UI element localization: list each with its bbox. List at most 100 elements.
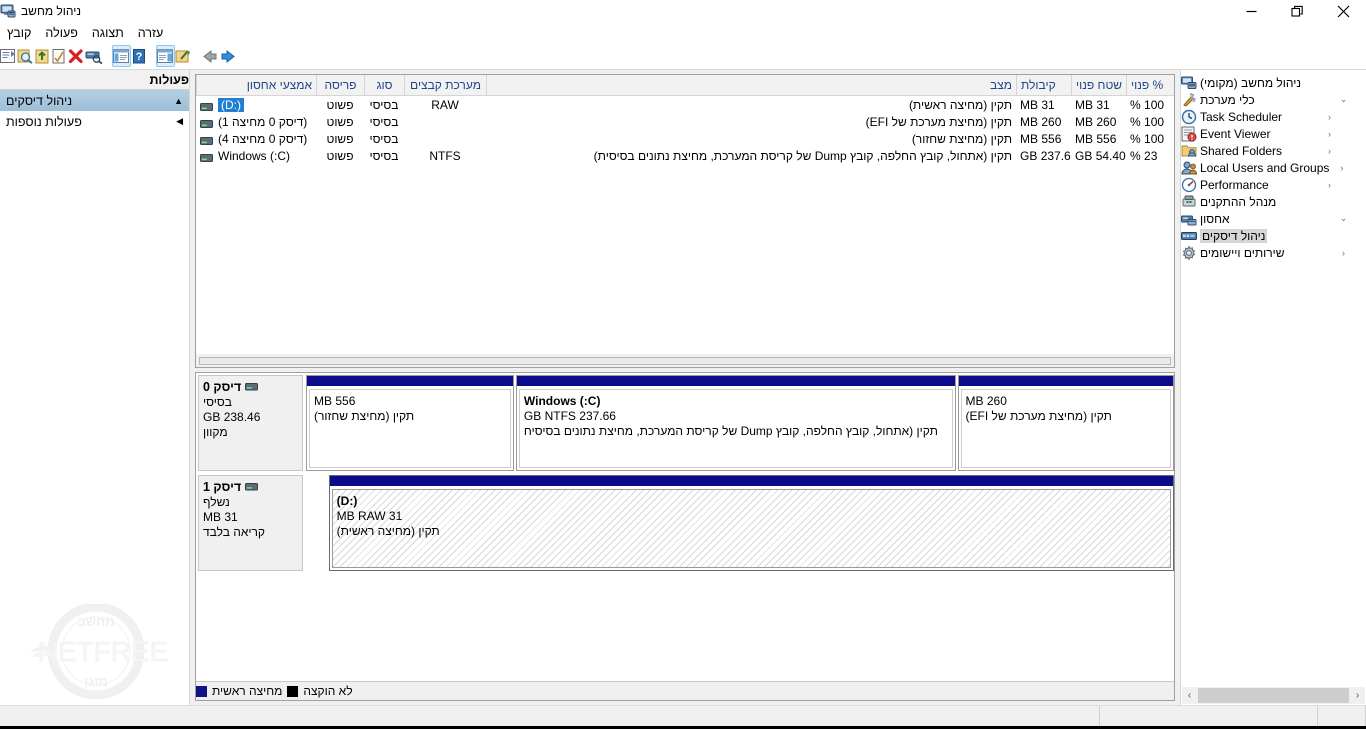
tree-item-6[interactable]: Performance ‹ bbox=[1181, 176, 1366, 193]
collapsed-arrow-icon[interactable]: ‹ bbox=[1323, 146, 1336, 156]
disk-info-panel[interactable]: דיסק 0 בסיסי 238.46 GB מקוון bbox=[198, 375, 303, 471]
help-button[interactable]: ? bbox=[131, 45, 148, 67]
close-button[interactable] bbox=[1320, 0, 1366, 22]
legend-swatch-primary bbox=[196, 685, 207, 697]
column-header-filesystem[interactable]: מערכת קבצים bbox=[404, 75, 486, 95]
rescan-disks-icon bbox=[85, 51, 103, 64]
console-tree[interactable]: ניהול מחשב (מקומי) כלי מערכת ⌄ Task Schedul… bbox=[1181, 74, 1366, 685]
volume-row[interactable]: (דיסק 0 מחיצה 1) פשוט בסיסי תקין (מחיצת מער… bbox=[196, 113, 1174, 130]
menu-item-action[interactable]: פעולה bbox=[38, 24, 84, 42]
tree-item-10[interactable]: שירותים ויישומים ‹ bbox=[1181, 244, 1366, 261]
column-header-type[interactable]: סוג bbox=[364, 75, 404, 95]
column-header-status[interactable]: מצב bbox=[486, 75, 1016, 95]
computer-icon bbox=[1181, 75, 1197, 91]
volume-free-cell: 54.40 GB bbox=[1075, 148, 1126, 163]
legend: מחיצה ראשית לא הוקצה bbox=[196, 681, 1174, 700]
partition-details: Windows (:C) 237.66 GB NTFS תקין (אתחול, ק… bbox=[518, 389, 953, 468]
show-tree-pane-icon bbox=[157, 48, 173, 63]
hard-disk-icon bbox=[200, 135, 213, 145]
partition-box[interactable]: 556 MB תקין (מחיצת שחזור) bbox=[306, 375, 514, 471]
column-header-free-space[interactable]: שטח פנוי bbox=[1071, 75, 1126, 95]
volume-row[interactable]: (דיסק 0 מחיצה 4) פשוט בסיסי תקין (מחיצת שחז… bbox=[196, 130, 1174, 147]
title-bar: ניהול מחשב bbox=[0, 0, 1366, 22]
volume-type-cell: בסיסי bbox=[369, 97, 399, 112]
scroll-right-arrow-icon[interactable]: › bbox=[1182, 688, 1197, 703]
expand-arrow-icon[interactable]: ◀ bbox=[176, 116, 183, 127]
partition-details: 556 MB תקין (מחיצת שחזור) bbox=[309, 389, 511, 468]
column-header-layout[interactable]: פריסה bbox=[316, 75, 364, 95]
delete-button[interactable] bbox=[68, 45, 85, 67]
collapsed-arrow-icon[interactable]: ‹ bbox=[1337, 248, 1350, 258]
back-button[interactable] bbox=[200, 45, 219, 67]
export-list-button[interactable] bbox=[34, 45, 51, 67]
column-header-capacity[interactable]: קיבולת bbox=[1016, 75, 1071, 95]
new-window-icon bbox=[175, 50, 190, 62]
column-header-percent-free[interactable]: % פנוי bbox=[1126, 75, 1174, 95]
partition-title: (:D) bbox=[336, 494, 358, 508]
action-item-1[interactable]: פעולות נוספות ◀ bbox=[0, 111, 189, 132]
volume-filesystem-cell: NTFS bbox=[429, 148, 461, 163]
restore-button[interactable] bbox=[1274, 0, 1320, 22]
tree-item-7[interactable]: מנהל ההתקנים bbox=[1181, 193, 1366, 210]
tree-item-label: Task Scheduler bbox=[1200, 109, 1283, 124]
partition-size: 556 MB bbox=[314, 394, 356, 408]
show-tree-pane-button[interactable] bbox=[156, 45, 175, 67]
disk-type: נשלף bbox=[203, 495, 230, 509]
partition-box[interactable]: (:D) 31 MB RAW תקין (מחיצה ראשית) bbox=[328, 475, 1174, 571]
partition-box[interactable]: 260 MB תקין (מחיצת מערכת של EFI) bbox=[957, 375, 1174, 471]
volume-status-cell: תקין (מחיצת מערכת של EFI) bbox=[865, 114, 1012, 129]
volume-row[interactable]: (:D) פשוט בסיסי RAW תקין (מחיצה ראשית) 31 MB 3… bbox=[196, 96, 1174, 113]
tree-item-3[interactable]: Event Viewer ‹ bbox=[1181, 125, 1366, 142]
forward-button[interactable] bbox=[219, 45, 238, 67]
partition-box[interactable]: Windows (:C) 237.66 GB NTFS תקין (אתחול, ק… bbox=[515, 375, 956, 471]
disk-partitions: 556 MB תקין (מחיצת שחזור) Windows (:C) 237.… bbox=[304, 373, 1174, 473]
collapsed-arrow-icon[interactable]: ‹ bbox=[1323, 112, 1336, 122]
action-item-0[interactable]: ניהול דיסקים ▲ bbox=[0, 90, 189, 111]
scroll-left-arrow-icon[interactable]: ‹ bbox=[1350, 688, 1365, 703]
new-window-button[interactable] bbox=[175, 45, 192, 67]
volume-capacity-cell: 237.66 GB bbox=[1020, 148, 1071, 163]
tree-item-4[interactable]: Shared Folders ‹ bbox=[1181, 142, 1366, 159]
disk-info-panel[interactable]: דיסק 1 נשלף 31 MB קריאה בלבד bbox=[198, 475, 303, 571]
actions-header: פעולות bbox=[0, 70, 189, 90]
rescan-disks-button[interactable] bbox=[85, 45, 104, 67]
tree-item-1[interactable]: כלי מערכת ⌄ bbox=[1181, 91, 1366, 108]
netfree-watermark: מחשב מוגן NETFREE bbox=[8, 602, 188, 700]
tree-item-label: Event Viewer bbox=[1200, 126, 1271, 141]
tree-item-2[interactable]: Task Scheduler ‹ bbox=[1181, 108, 1366, 125]
tree-item-0[interactable]: ניהול מחשב (מקומי) bbox=[1181, 74, 1366, 91]
tree-item-label: ניהול דיסקים bbox=[1200, 228, 1268, 243]
minimize-button[interactable] bbox=[1228, 0, 1274, 22]
search-button[interactable] bbox=[17, 45, 34, 67]
splitter-bar[interactable] bbox=[199, 357, 1171, 365]
disk-icon bbox=[245, 480, 259, 494]
menu-item-view[interactable]: תצוגה bbox=[85, 24, 131, 42]
volume-rows: (:D) פשוט בסיסי RAW תקין (מחיצה ראשית) 31 MB 3… bbox=[196, 96, 1174, 164]
collapse-arrow-icon[interactable]: ▲ bbox=[174, 96, 183, 106]
volume-list-splitter[interactable] bbox=[196, 353, 1174, 367]
collapsed-arrow-icon[interactable]: ‹ bbox=[1323, 129, 1336, 139]
minimize-icon bbox=[1246, 10, 1256, 12]
tree-item-5[interactable]: Local Users and Groups ‹ bbox=[1181, 159, 1366, 176]
volume-row[interactable]: Windows (:C) פשוט בסיסי NTFS תקין (אתחול, קו… bbox=[196, 147, 1174, 164]
properties-button[interactable] bbox=[0, 45, 17, 67]
expanded-arrow-icon[interactable]: ⌄ bbox=[1337, 94, 1350, 105]
scroll-thumb[interactable] bbox=[1198, 688, 1349, 703]
tree-item-9[interactable]: ניהול דיסקים bbox=[1181, 227, 1366, 244]
tree-item-label: שירותים ויישומים bbox=[1200, 245, 1285, 260]
clock-icon bbox=[1181, 109, 1197, 125]
collapsed-arrow-icon[interactable]: ‹ bbox=[1323, 180, 1336, 190]
tree-item-label: מנהל ההתקנים bbox=[1200, 194, 1277, 209]
disk-management-icon bbox=[1181, 228, 1197, 244]
expanded-arrow-icon[interactable]: ⌄ bbox=[1337, 213, 1350, 224]
tree-horizontal-scrollbar[interactable]: ‹ › bbox=[1182, 687, 1365, 704]
collapsed-arrow-icon[interactable]: ‹ bbox=[1335, 163, 1348, 173]
disk-row: דיסק 0 בסיסי 238.46 GB מקוון 556 MB תקין (מחי… bbox=[196, 373, 1174, 473]
show-action-pane-button[interactable] bbox=[112, 45, 131, 67]
tree-item-8[interactable]: אחסון ⌄ bbox=[1181, 210, 1366, 227]
menu-item-help[interactable]: עזרה bbox=[131, 24, 171, 42]
menu-item-file[interactable]: קובץ bbox=[0, 24, 38, 42]
checklist-button[interactable] bbox=[51, 45, 68, 67]
column-header-volume[interactable]: אמצעי אחסון bbox=[196, 75, 316, 95]
disk-state: מקוון bbox=[203, 425, 228, 439]
